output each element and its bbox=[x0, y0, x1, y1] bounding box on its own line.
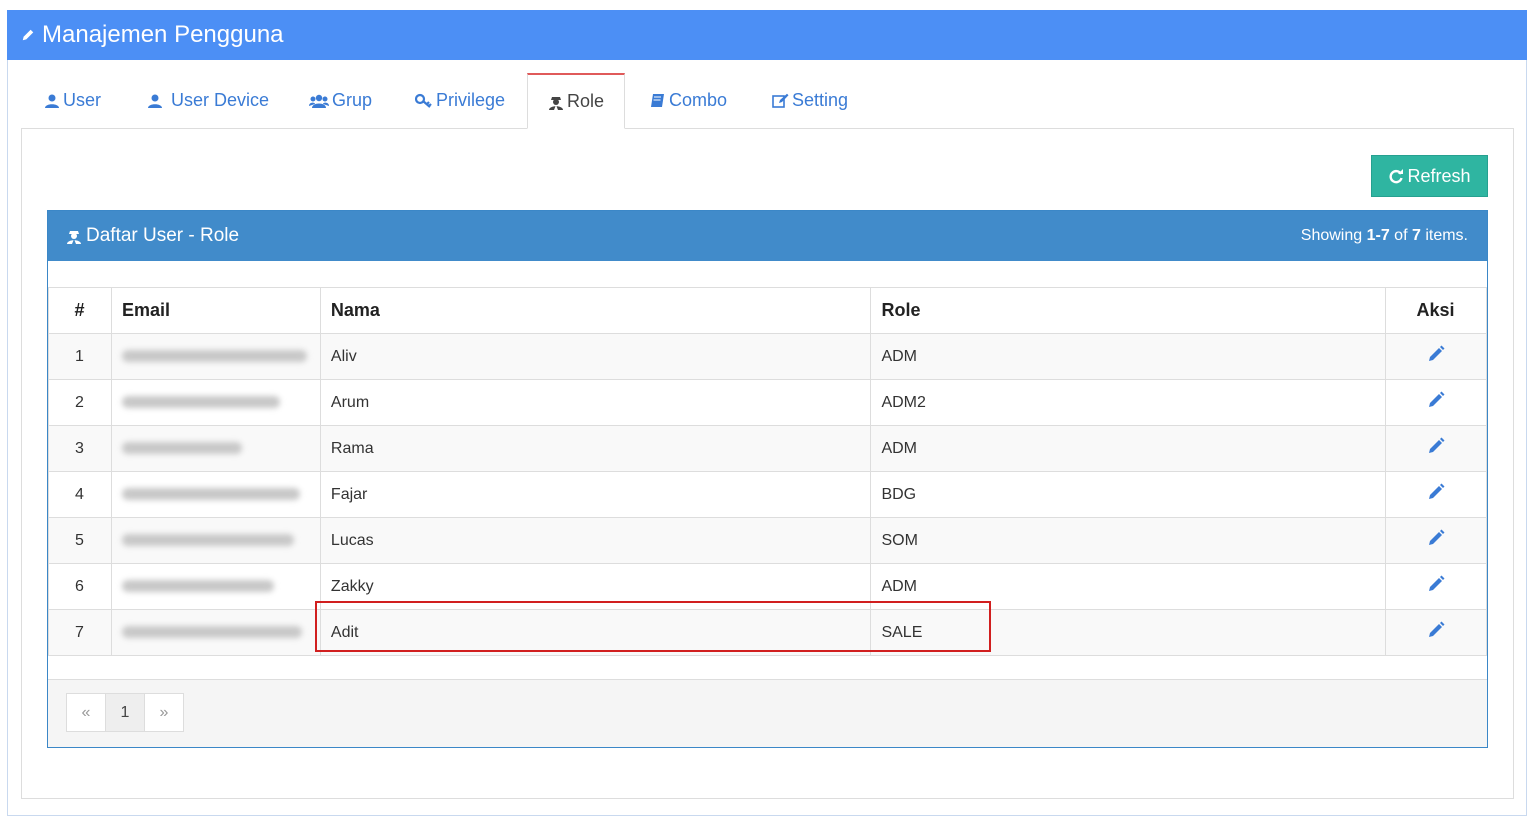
email-redacted bbox=[110, 471, 321, 518]
edit-action[interactable] bbox=[1385, 425, 1487, 472]
pencil-icon[interactable] bbox=[1427, 575, 1445, 593]
user-icon bbox=[148, 94, 162, 108]
tab-privilege-label: Privilege bbox=[436, 90, 506, 110]
pencil-icon[interactable] bbox=[1427, 345, 1445, 363]
pencil-icon[interactable] bbox=[1427, 529, 1445, 547]
row-num: 3 bbox=[48, 425, 112, 472]
row-role: BDG bbox=[870, 471, 1387, 518]
user-icon bbox=[45, 94, 59, 108]
table-row: 7 Adit SALE bbox=[48, 609, 1487, 656]
tab-privilege[interactable]: Privilege bbox=[415, 73, 505, 128]
tab-setting-label: Setting bbox=[792, 90, 849, 110]
table-row: 6 Zakky ADM bbox=[48, 563, 1487, 610]
user-role-table: # Email Nama Role Aksi 1 Aliv ADM 2 Arum… bbox=[48, 287, 1487, 656]
grid-title: Daftar User - Role bbox=[86, 225, 240, 246]
page-title: Manajemen Pengguna bbox=[42, 21, 284, 48]
tab-grup-label: Grup bbox=[332, 90, 373, 110]
edit-action[interactable] bbox=[1385, 517, 1487, 564]
row-role: SALE bbox=[870, 609, 1387, 656]
tab-role-label: Role bbox=[566, 91, 605, 111]
page-header: Manajemen Pengguna bbox=[7, 10, 1527, 60]
col-aksi: Aksi bbox=[1385, 287, 1487, 334]
email-redacted bbox=[110, 563, 321, 610]
row-nama: Adit bbox=[319, 609, 872, 656]
row-role: ADM2 bbox=[870, 379, 1387, 426]
row-nama: Lucas bbox=[319, 517, 872, 564]
tab-bar: User User Device Grup Privilege Role Com… bbox=[22, 73, 1514, 129]
row-nama: Rama bbox=[319, 425, 872, 472]
book-icon bbox=[651, 93, 664, 107]
email-redacted bbox=[110, 609, 321, 656]
edit-action[interactable] bbox=[1385, 333, 1487, 380]
pencil-icon[interactable] bbox=[1427, 437, 1445, 455]
tab-role[interactable]: Role bbox=[527, 73, 625, 129]
edit-action[interactable] bbox=[1385, 563, 1487, 610]
summary-range: 1-7 bbox=[1366, 227, 1390, 244]
email-redacted bbox=[110, 333, 321, 380]
row-nama: Aliv bbox=[319, 333, 872, 380]
row-num: 4 bbox=[48, 471, 112, 518]
user-secret-icon bbox=[548, 96, 563, 110]
pencil-icon[interactable] bbox=[1427, 621, 1445, 639]
table-row: 3 Rama ADM bbox=[48, 425, 1487, 472]
tab-user-device[interactable]: User Device bbox=[147, 73, 269, 128]
row-nama: Fajar bbox=[319, 471, 872, 518]
row-num: 5 bbox=[48, 517, 112, 564]
edit-icon bbox=[772, 93, 789, 108]
row-nama: Arum bbox=[319, 379, 872, 426]
row-num: 7 bbox=[48, 609, 112, 656]
grid-summary: Showing 1-7 of 7 items. bbox=[1301, 227, 1468, 245]
pencil-icon bbox=[22, 29, 34, 41]
col-email[interactable]: Email bbox=[110, 287, 321, 334]
pagination: « 1 » bbox=[66, 693, 184, 732]
row-role: ADM bbox=[870, 425, 1387, 472]
edit-action[interactable] bbox=[1385, 471, 1487, 518]
table-row: 1 Aliv ADM bbox=[48, 333, 1487, 380]
table-header-row: # Email Nama Role Aksi bbox=[48, 287, 1487, 334]
user-role-grid: Daftar User - Role Showing 1-7 of 7 item… bbox=[47, 210, 1488, 748]
tab-grup[interactable]: Grup bbox=[309, 73, 372, 128]
row-nama: Zakky bbox=[319, 563, 872, 610]
summary-prefix: Showing bbox=[1300, 227, 1367, 244]
tab-combo[interactable]: Combo bbox=[650, 73, 727, 128]
pagination-page-1[interactable]: 1 bbox=[105, 693, 145, 732]
user-secret-icon bbox=[67, 231, 81, 244]
row-num: 6 bbox=[48, 563, 112, 610]
table-row: 2 Arum ADM2 bbox=[48, 379, 1487, 426]
refresh-label: Refresh bbox=[1407, 165, 1471, 186]
row-num: 2 bbox=[48, 379, 112, 426]
col-role[interactable]: Role bbox=[870, 287, 1387, 334]
row-role: SOM bbox=[870, 517, 1387, 564]
table-row: 5 Lucas SOM bbox=[48, 517, 1487, 564]
row-role: ADM bbox=[870, 563, 1387, 610]
edit-action[interactable] bbox=[1385, 609, 1487, 656]
col-nama[interactable]: Nama bbox=[319, 287, 872, 334]
email-redacted bbox=[110, 379, 321, 426]
pencil-icon[interactable] bbox=[1427, 483, 1445, 501]
summary-total: 7 bbox=[1411, 227, 1421, 244]
summary-suffix: items. bbox=[1420, 227, 1468, 244]
refresh-icon bbox=[1390, 169, 1404, 184]
pagination-prev[interactable]: « bbox=[66, 693, 106, 732]
grid-footer: « 1 » bbox=[48, 679, 1487, 747]
tab-user[interactable]: User bbox=[44, 73, 101, 128]
key-icon bbox=[415, 93, 432, 108]
tab-user-device-label: User Device bbox=[171, 90, 270, 110]
summary-of: of bbox=[1389, 227, 1412, 244]
grid-header: Daftar User - Role Showing 1-7 of 7 item… bbox=[48, 211, 1487, 261]
col-num: # bbox=[48, 287, 112, 334]
tab-user-label: User bbox=[63, 90, 102, 110]
pencil-icon[interactable] bbox=[1427, 391, 1445, 409]
email-redacted bbox=[110, 517, 321, 564]
tab-setting[interactable]: Setting bbox=[772, 73, 848, 128]
email-redacted bbox=[110, 425, 321, 472]
table-row: 4 Fajar BDG bbox=[48, 471, 1487, 518]
users-icon bbox=[309, 94, 329, 108]
row-num: 1 bbox=[48, 333, 112, 380]
edit-action[interactable] bbox=[1385, 379, 1487, 426]
row-role: ADM bbox=[870, 333, 1387, 380]
pagination-next[interactable]: » bbox=[144, 693, 184, 732]
refresh-button[interactable]: Refresh bbox=[1371, 155, 1488, 197]
tab-combo-label: Combo bbox=[669, 90, 728, 110]
